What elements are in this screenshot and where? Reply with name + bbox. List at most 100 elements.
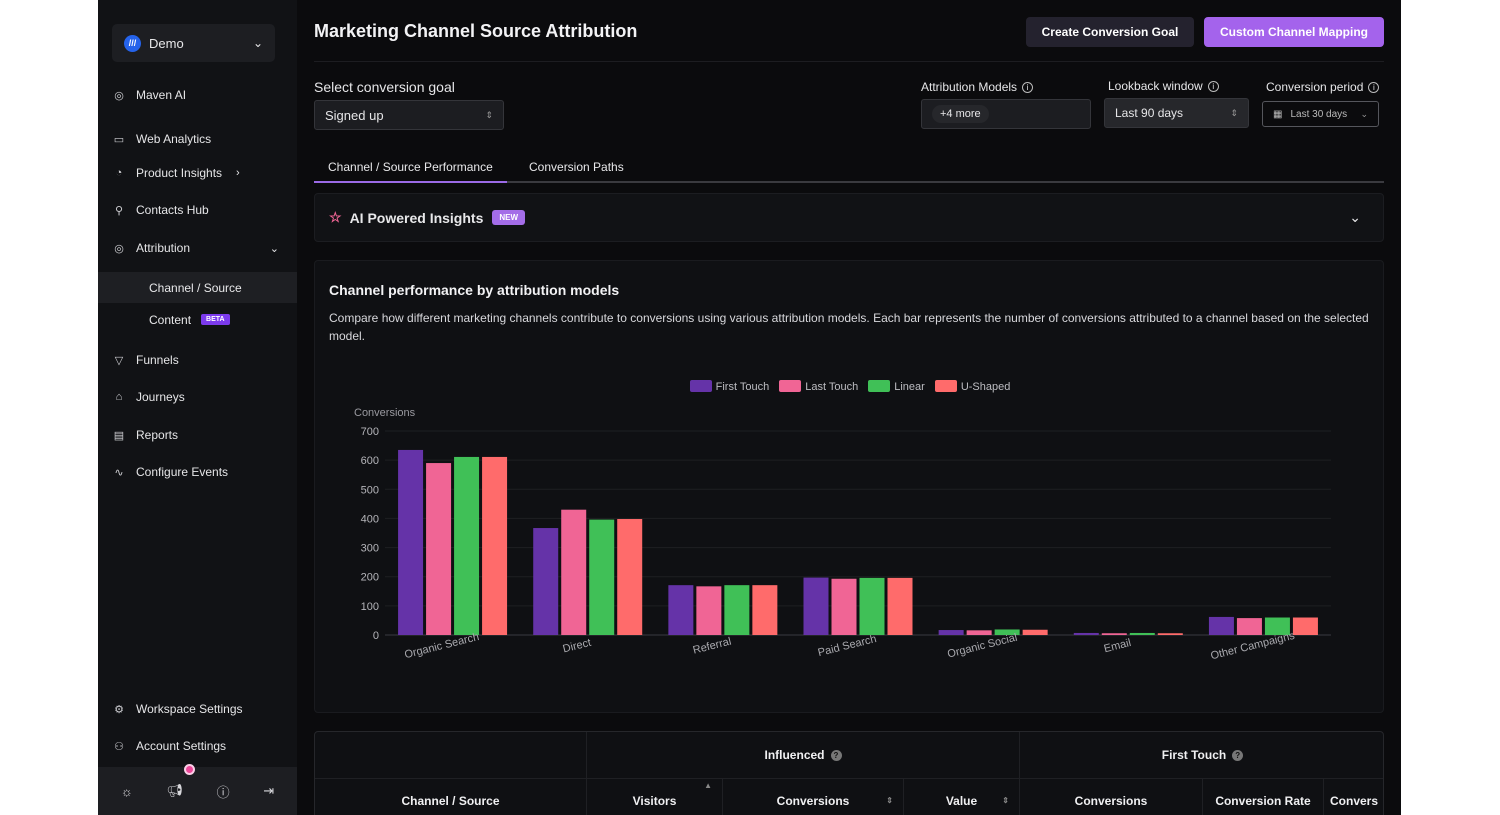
bar <box>1236 618 1262 635</box>
sort-icon: ⇕ <box>1002 796 1009 805</box>
col-channel-source[interactable]: Channel / Source <box>315 779 587 815</box>
chevron-down-icon[interactable]: ⌄ <box>1349 209 1361 226</box>
pie-chart-icon: ◔ <box>115 167 123 179</box>
info-icon[interactable]: i <box>1022 82 1034 93</box>
goal-label: Select conversion goal <box>314 79 455 95</box>
create-conversion-goal-button[interactable]: Create Conversion Goal <box>1026 17 1194 47</box>
beta-badge: BETA <box>201 314 230 325</box>
sidebar-item-account-settings[interactable]: ⚇ Account Settings <box>98 731 297 761</box>
chevron-down-icon: ⌄ <box>1360 108 1368 119</box>
label: Contacts Hub <box>136 203 209 217</box>
sidebar-item-journeys[interactable]: ⌂ Journeys <box>98 382 297 412</box>
col-ft-conversion-value[interactable]: Convers <box>1324 779 1383 815</box>
bar <box>668 585 694 635</box>
sidebar-subitem-channel-source[interactable]: Channel / Source <box>98 272 297 303</box>
sidebar-item-contacts-hub[interactable]: ⚲ Contacts Hub <box>98 195 297 225</box>
bar <box>803 577 829 635</box>
bar <box>617 519 643 635</box>
sidebar-item-funnels[interactable]: ▽ Funnels <box>98 345 297 375</box>
info-icon[interactable]: i <box>1207 81 1219 92</box>
sidebar-item-workspace-settings[interactable]: ⚙ Workspace Settings <box>98 694 297 724</box>
x-tick-label: Paid Search <box>817 633 878 659</box>
label: Attribution <box>136 241 191 255</box>
col-ft-conversion-rate[interactable]: Conversion Rate <box>1203 779 1324 815</box>
sidebar-item-configure-events[interactable]: ∿ Configure Events <box>98 457 297 487</box>
bar <box>724 585 750 635</box>
help-icon[interactable]: ? <box>830 749 842 761</box>
bar <box>482 456 508 635</box>
workspace-selector[interactable]: /// Demo ⌄ <box>112 24 275 62</box>
chevron-down-icon: ⌄ <box>269 242 279 255</box>
bar <box>589 519 615 635</box>
text: First Touch <box>1161 748 1227 762</box>
bar <box>1101 633 1127 635</box>
workspace-logo-icon: /// <box>124 34 141 52</box>
sidebar-subitem-content[interactable]: Content BETA <box>98 304 297 335</box>
x-tick-label: Organic Search <box>403 631 480 661</box>
x-tick-label: Direct <box>562 637 593 656</box>
logout-icon[interactable]: ⇥ <box>263 783 274 799</box>
new-badge: NEW <box>492 210 526 225</box>
browser-icon: ▭ <box>113 133 125 146</box>
col-conversions[interactable]: Conversions ⇕ <box>723 779 904 815</box>
col-visitors[interactable]: Visitors ▲ <box>587 779 723 815</box>
models-label: Attribution Models i <box>921 80 1034 94</box>
text: Visitors <box>632 793 677 808</box>
tab-channel-source-performance[interactable]: Channel / Source Performance <box>314 156 507 183</box>
bar <box>1292 617 1318 635</box>
label: Funnels <box>136 353 179 367</box>
label: Journeys <box>136 390 185 404</box>
attribution-models-select[interactable]: +4 more <box>921 99 1091 129</box>
bar <box>398 449 424 635</box>
sidebar-item-web-analytics[interactable]: ▭ Web Analytics <box>98 124 297 154</box>
bar <box>1157 633 1183 635</box>
megaphone-icon[interactable]: 📢︎ <box>166 783 183 799</box>
tab-conversion-paths[interactable]: Conversion Paths <box>515 156 638 183</box>
label: Configure Events <box>136 465 229 479</box>
conversion-period-picker[interactable]: ▦ Last 30 days ⌄ <box>1262 101 1379 127</box>
text: Conversions <box>776 793 850 808</box>
group-first-touch: First Touch? <box>1020 732 1383 778</box>
sidebar-item-maven-ai[interactable]: ◎ Maven AI <box>98 80 297 110</box>
col-value[interactable]: Value ⇕ <box>904 779 1020 815</box>
text: Conversion period <box>1266 80 1364 94</box>
value: Last 90 days <box>1115 106 1184 120</box>
conversion-goal-select[interactable]: Signed up ⇕ <box>314 100 504 130</box>
header-spacer <box>315 732 587 778</box>
custom-channel-mapping-button[interactable]: Custom Channel Mapping <box>1204 17 1384 47</box>
sidebar-item-attribution[interactable]: ◎ Attribution ⌄ <box>98 233 297 263</box>
updown-icon: ⇕ <box>1230 107 1238 118</box>
notification-dot <box>184 764 195 775</box>
theme-toggle-icon[interactable]: ☼ <box>121 784 133 799</box>
sidebar: /// Demo ⌄ ◎ Maven AI ▭ Web Analytics ◔ Produ… <box>98 0 297 815</box>
sidebar-item-reports[interactable]: ▤ Reports <box>98 420 297 450</box>
y-tick-label: 700 <box>361 426 379 438</box>
lookback-window-select[interactable]: Last 90 days ⇕ <box>1104 98 1249 128</box>
label: Reports <box>136 428 179 442</box>
y-tick-label: 200 <box>361 572 379 584</box>
y-tick-label: 100 <box>361 601 379 613</box>
y-tick-label: 500 <box>361 484 379 496</box>
more-chip[interactable]: +4 more <box>932 105 989 123</box>
workspace-name: Demo <box>149 35 184 51</box>
gear-icon: ⚙ <box>114 703 124 716</box>
y-tick-label: 400 <box>361 513 379 525</box>
ai-insights-panel[interactable]: ☆ AI Powered Insights NEW ⌄ <box>314 193 1384 242</box>
user-gear-icon: ⚇ <box>114 740 124 753</box>
chart-card-description: Compare how different marketing channels… <box>329 311 1369 343</box>
info-icon[interactable]: i <box>1368 82 1380 93</box>
funnel-icon: ▽ <box>114 354 124 367</box>
text: Value <box>945 793 978 808</box>
main-content: Marketing Channel Source Attribution Cre… <box>314 0 1384 815</box>
help-icon[interactable]: ? <box>1232 749 1244 761</box>
bar <box>1129 632 1155 635</box>
label: Product Insights <box>136 166 223 180</box>
sidebar-item-product-insights[interactable]: ◔ Product Insights › <box>98 158 297 188</box>
y-axis-label: Conversions <box>354 407 416 419</box>
lookback-label: Lookback window i <box>1108 79 1219 93</box>
col-ft-conversions[interactable]: Conversions <box>1020 779 1203 815</box>
help-icon[interactable]: ⓘ <box>217 782 230 801</box>
value: Signed up <box>325 107 384 123</box>
x-tick-label: Organic Social <box>946 632 1018 661</box>
insights-title: AI Powered Insights <box>349 209 484 226</box>
